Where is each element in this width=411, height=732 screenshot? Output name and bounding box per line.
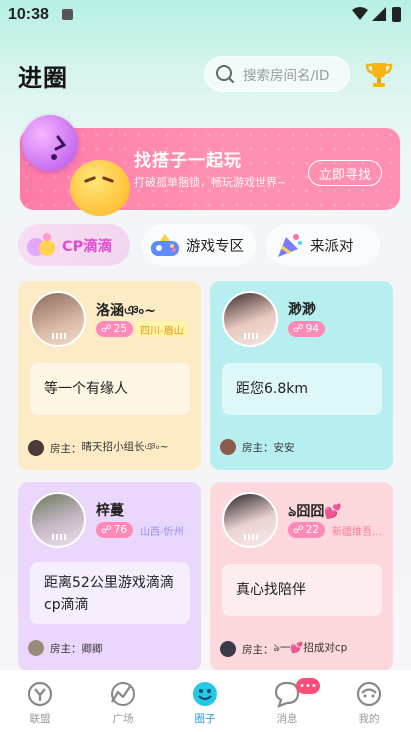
search-icon	[216, 65, 234, 83]
room-avatar	[222, 492, 278, 548]
signal-icon	[372, 7, 386, 21]
tab-party-label: 来派对	[310, 238, 354, 255]
bottom-nav: 联盟 广场 圈子 消息 我的	[0, 670, 411, 732]
room-card[interactable]: 洛涵ঞ৹~ ☍ 25 四川-眉山 等一个有缘人 房主： 晴天招小组长ঞ৹~	[18, 281, 201, 470]
room-message: 距您6.8km	[222, 363, 382, 415]
room-host: 房主： 晴天招小组长ঞ৹~	[28, 439, 169, 457]
tab-games[interactable]: 游戏专区	[142, 224, 256, 266]
nav-profile[interactable]: 我的	[339, 670, 399, 732]
nav-square[interactable]: 广场	[93, 670, 153, 732]
tab-cp[interactable]: CP滴滴	[18, 224, 130, 266]
nav-square-label: 广场	[112, 713, 134, 725]
cp-icon	[26, 231, 56, 259]
purple-ball-illustration	[22, 115, 78, 171]
message-badge: •••	[296, 678, 320, 694]
battery-icon	[392, 7, 401, 22]
room-avatar	[30, 492, 86, 548]
location-tag: 山西-忻州	[136, 522, 188, 538]
gamepad-icon	[150, 231, 180, 259]
member-count: ☍ 94	[288, 321, 326, 337]
room-name: 梓蔓	[96, 503, 124, 519]
room-name: 渺渺	[288, 302, 316, 318]
find-now-button[interactable]: 立即寻找	[308, 160, 382, 186]
circle-icon	[193, 682, 217, 706]
room-host: 房主： 卿卿	[28, 640, 103, 656]
yellow-ball-illustration	[70, 160, 130, 216]
nav-circle-label: 圈子	[194, 713, 216, 725]
app-logo: 进圈	[18, 64, 68, 92]
party-icon	[274, 231, 304, 259]
room-message: 真心找陪伴	[222, 564, 382, 616]
room-card[interactable]: ঌ囧囧💕 ☍ 22 新疆维吾... 真心找陪伴 房主： ঌ一💕招成对cp	[210, 482, 393, 671]
host-avatar	[28, 440, 44, 456]
room-card[interactable]: 梓蔓 ☍ 76 山西-忻州 距离52公里游戏滴滴cp滴滴 房主： 卿卿	[18, 482, 201, 671]
tab-party[interactable]: 来派对	[266, 224, 380, 266]
room-card[interactable]: 渺渺 ☍ 94 距您6.8km 房主： 安安	[210, 281, 393, 470]
square-icon	[111, 682, 135, 706]
nav-messages-label: 消息	[276, 713, 298, 725]
member-count: ☍ 25	[96, 321, 134, 337]
room-host: 房主： ঌ一💕招成对cp	[220, 640, 347, 658]
app-notification-icon	[62, 9, 73, 20]
room-avatar	[30, 291, 86, 347]
banner-title: 找搭子一起玩	[134, 151, 242, 171]
room-name: ঌ囧囧💕	[288, 504, 342, 520]
nav-profile-label: 我的	[358, 713, 380, 725]
room-avatar	[222, 291, 278, 347]
host-avatar	[220, 439, 236, 455]
profile-icon	[356, 681, 382, 707]
location-tag: 四川-眉山	[136, 321, 188, 337]
location-tag: 新疆维吾...	[328, 522, 386, 538]
nav-league-label: 联盟	[29, 713, 51, 725]
category-tabs: CP滴滴 游戏专区 来派对	[18, 224, 398, 266]
nav-league[interactable]: 联盟	[10, 670, 70, 732]
room-message: 等一个有缘人	[30, 363, 190, 415]
wifi-icon	[352, 7, 368, 20]
league-icon	[27, 681, 53, 707]
tab-games-label: 游戏专区	[186, 238, 244, 255]
host-avatar	[220, 641, 236, 657]
status-time: 10:38	[8, 6, 49, 23]
room-name: 洛涵ঞ৹~	[96, 303, 157, 319]
header: 进圈 搜索房间名/ID	[0, 55, 411, 95]
trophy-icon[interactable]	[364, 59, 394, 89]
room-message: 距离52公里游戏滴滴cp滴滴	[30, 562, 190, 624]
search-input[interactable]: 搜索房间名/ID	[204, 56, 350, 92]
nav-circle[interactable]: 圈子	[175, 670, 235, 732]
tab-cp-label: CP滴滴	[62, 238, 113, 255]
member-count: ☍ 22	[288, 522, 326, 538]
host-avatar	[28, 640, 44, 656]
room-host: 房主： 安安	[220, 439, 295, 455]
search-placeholder: 搜索房间名/ID	[243, 68, 330, 84]
banner-subtitle: 打破孤单捆锁，畅玩游戏世界~	[134, 176, 287, 189]
member-count: ☍ 76	[96, 522, 134, 538]
status-bar: 10:38	[0, 0, 411, 30]
